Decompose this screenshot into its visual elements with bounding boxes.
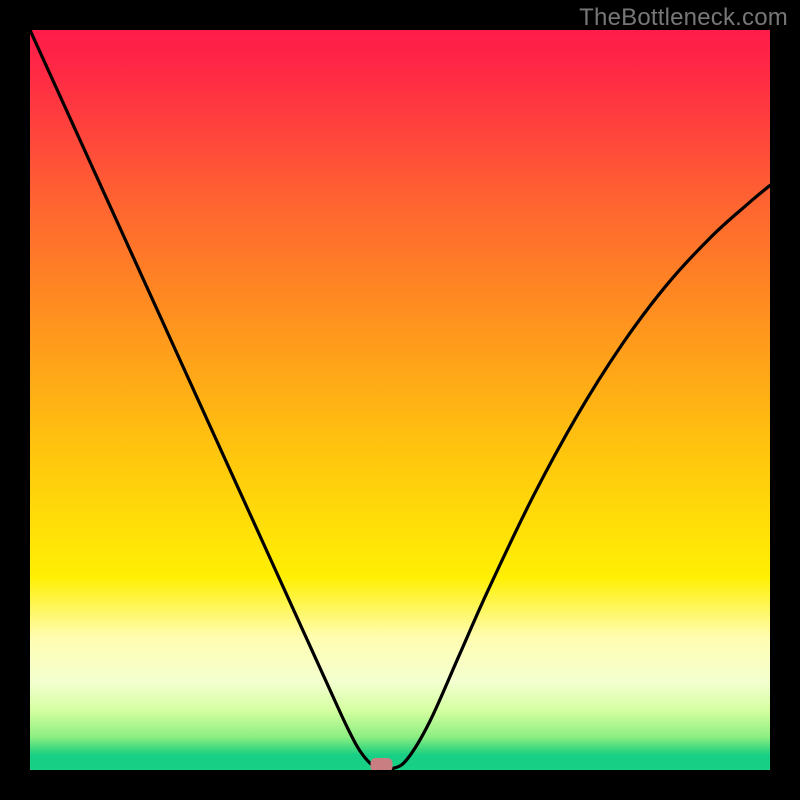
chart-frame: TheBottleneck.com xyxy=(0,0,800,800)
chart-svg xyxy=(30,30,770,770)
watermark-text: TheBottleneck.com xyxy=(579,4,788,32)
minimum-marker xyxy=(371,758,393,770)
bottleneck-curve xyxy=(30,30,770,770)
plot-area xyxy=(30,30,770,770)
